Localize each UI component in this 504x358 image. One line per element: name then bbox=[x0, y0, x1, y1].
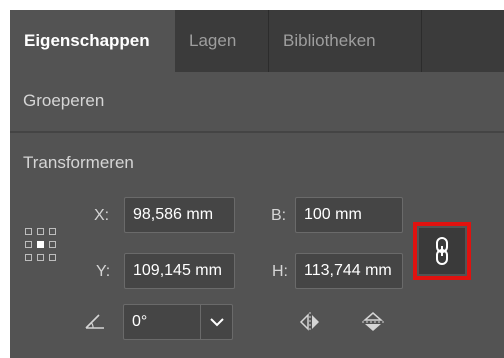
flip-vertical-icon[interactable] bbox=[361, 311, 385, 333]
tab-bibliotheken[interactable]: Bibliotheken bbox=[269, 10, 421, 72]
flip-horizontal-icon[interactable] bbox=[298, 311, 322, 333]
tab-label: Bibliotheken bbox=[283, 31, 376, 50]
chain-link-icon bbox=[436, 237, 448, 265]
angle-icon bbox=[85, 314, 104, 329]
tab-label: Lagen bbox=[189, 31, 237, 50]
height-field[interactable]: 113,744 mm bbox=[295, 253, 403, 289]
y-label: Y: bbox=[96, 263, 111, 280]
tab-eigenschappen[interactable]: Eigenschappen bbox=[10, 10, 175, 72]
rotation-value: 0° bbox=[132, 313, 148, 330]
group-button[interactable]: Groeperen bbox=[23, 91, 104, 111]
tab-lagen[interactable]: Lagen bbox=[175, 10, 268, 72]
properties-panel: Eigenschappen Lagen Bibliotheken Groeper… bbox=[10, 10, 504, 358]
width-label: B: bbox=[271, 207, 287, 224]
reference-point-grid-icon[interactable] bbox=[25, 228, 57, 262]
tab-bar: Eigenschappen Lagen Bibliotheken bbox=[10, 10, 504, 72]
tab-divider bbox=[421, 10, 422, 72]
x-position-field[interactable]: 98,586 mm bbox=[124, 197, 235, 233]
x-label: X: bbox=[94, 207, 110, 224]
constrain-proportions-button[interactable] bbox=[413, 222, 471, 280]
section-title-transform: Transformeren bbox=[23, 153, 134, 172]
section-divider bbox=[10, 131, 504, 133]
tab-label: Eigenschappen bbox=[24, 31, 150, 50]
width-field[interactable]: 100 mm bbox=[295, 197, 403, 233]
y-position-field[interactable]: 109,145 mm bbox=[124, 253, 235, 289]
chevron-down-icon[interactable] bbox=[210, 318, 224, 327]
rotation-dropdown[interactable]: 0° bbox=[123, 304, 233, 340]
height-label: H: bbox=[272, 263, 288, 280]
